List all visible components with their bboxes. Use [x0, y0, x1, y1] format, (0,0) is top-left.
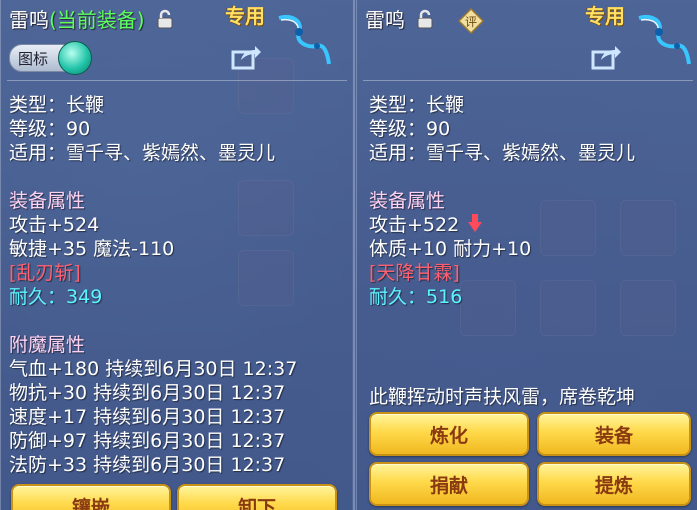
donate-button[interactable]: 捐献: [369, 462, 529, 506]
item-name: 雷鸣: [9, 8, 49, 32]
attr-title: 装备属性: [369, 190, 446, 212]
item-title: 雷鸣(当前装备): [9, 4, 173, 34]
review-icon[interactable]: 评: [457, 7, 485, 35]
level-line: 等级：90: [369, 118, 451, 140]
type-line: 类型：长鞭: [9, 94, 105, 116]
inlay-button[interactable]: 镶嵌: [11, 484, 171, 510]
skill-line: [乱刃斩]: [9, 262, 81, 284]
skill-line: [天降甘霖]: [369, 262, 460, 284]
enchant-line: 物抗+30 持续到6月30日 12:37: [9, 382, 286, 404]
durability-line: 耐久：516: [369, 282, 462, 309]
attr-line: 体质+10 耐力+10: [369, 238, 532, 260]
compare-equipment-panel: 雷鸣 专用 类型：长鞭 等级：90 适用：雪千寻、紫嫣然、墨灵儿 装备属性 攻击…: [356, 0, 697, 510]
enchant-line: 气血+180 持续到6月30日 12:37: [9, 358, 298, 380]
attr-title: 装备属性: [9, 190, 86, 212]
review-label: 评: [465, 15, 477, 29]
enchant-line: 法防+33 持续到6月30日 12:37: [9, 454, 286, 476]
weapon-whip-icon: [273, 8, 333, 72]
lock-icon[interactable]: [417, 9, 433, 34]
type-line: 类型：长鞭: [369, 94, 465, 116]
divider: [7, 80, 347, 81]
durability-label: 耐久：: [9, 286, 67, 308]
item-name: 雷鸣: [365, 8, 405, 32]
extract-button[interactable]: 提炼: [537, 462, 691, 506]
item-title: 雷鸣: [365, 4, 433, 34]
special-badge: 专用: [585, 4, 625, 28]
use-line: 适用：雪千寻、紫嫣然、墨灵儿: [369, 142, 636, 164]
toggle-knob-icon: [58, 41, 92, 75]
durability-value: 349: [66, 286, 103, 308]
enchant-line: 速度+17 持续到6月30日 12:37: [9, 406, 286, 428]
special-badge: 专用: [225, 4, 265, 28]
enchant-title: 附魔属性: [9, 334, 86, 356]
lock-icon[interactable]: [157, 9, 173, 34]
level-line: 等级：90: [9, 118, 91, 140]
share-icon[interactable]: [231, 44, 261, 74]
weapon-whip-icon: [633, 8, 693, 72]
attr-line: 敏捷+35 魔法-110: [9, 238, 175, 260]
durability-value: 516: [426, 286, 463, 308]
attack-value: 攻击+522: [369, 214, 460, 236]
icon-toggle-label: 图标: [18, 50, 49, 68]
attr-line: 攻击+524: [9, 214, 100, 236]
icon-toggle[interactable]: 图标: [9, 41, 92, 75]
current-equipment-panel: 雷鸣(当前装备) 专用 图标 类型：长鞭 等级：90 适用：雪千寻、紫嫣然、墨灵…: [0, 0, 354, 510]
durability-line: 耐久：349: [9, 282, 102, 309]
unequip-button[interactable]: 卸下: [177, 484, 337, 510]
durability-label: 耐久：: [369, 286, 427, 308]
divider: [363, 80, 693, 81]
refine-button[interactable]: 炼化: [369, 412, 529, 456]
enchant-line: 防御+97 持续到6月30日 12:37: [9, 430, 286, 452]
use-line: 适用：雪千寻、紫嫣然、墨灵儿: [9, 142, 276, 164]
equip-button[interactable]: 装备: [537, 412, 691, 456]
share-icon[interactable]: [591, 44, 621, 74]
current-equipped-label: (当前装备): [49, 8, 145, 32]
item-description: 此鞭挥动时声扶风雷，席卷乾坤: [369, 386, 636, 408]
